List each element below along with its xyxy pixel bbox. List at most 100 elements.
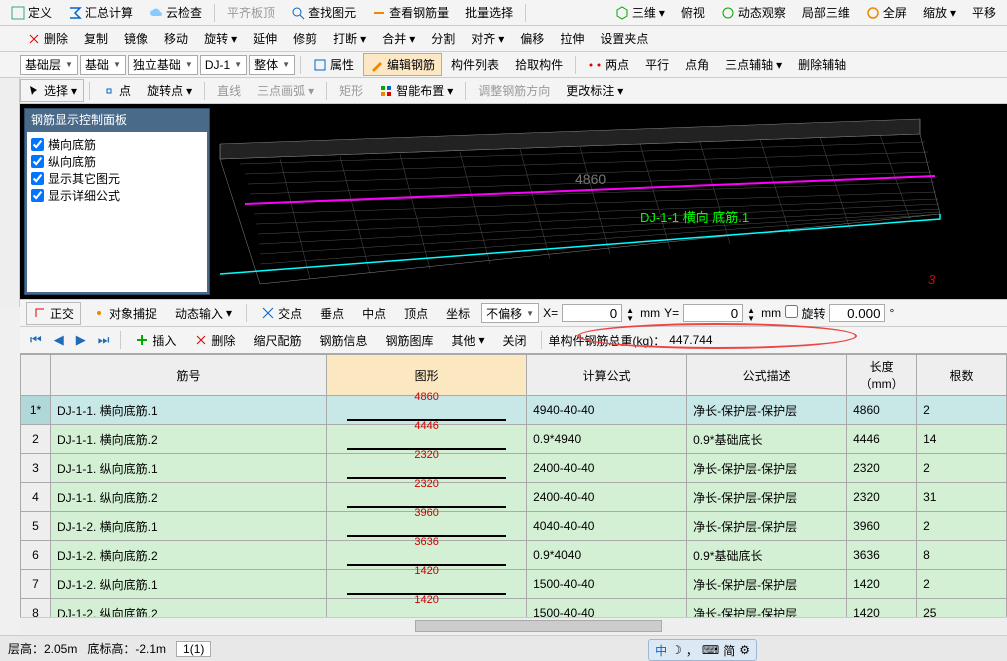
ime-jian[interactable]: 简 [723,642,735,659]
cell-formula[interactable]: 1500-40-40 [527,599,687,618]
dd-floor[interactable]: 基础层▼ [20,55,78,75]
table-row[interactable]: 2DJ-1-1. 横向底筋.244460.9*49400.9*基础底长44461… [21,425,1007,454]
btn-component-list[interactable]: 构件列表 [444,53,506,76]
cell-length[interactable]: 2320 [847,454,917,483]
row-number[interactable]: 8 [21,599,51,618]
col-shape[interactable]: 图形 [327,355,527,396]
cell-id[interactable]: DJ-1-2. 纵向底筋.1 [51,570,327,599]
cell-shape[interactable]: 1420 [327,599,527,618]
btn-cloud[interactable]: 云检查 [142,1,209,24]
btn-delete[interactable]: 删除 [20,27,75,50]
chk-rotate[interactable]: 旋转 [785,305,825,322]
cell-length[interactable]: 3636 [847,541,917,570]
btn-dyn-input[interactable]: 动态输入 ▾ [168,302,239,325]
btn-pan[interactable]: 平移 [965,1,1003,24]
btn-dyn-view[interactable]: 动态观察 [714,1,793,24]
btn-split[interactable]: 分割 [424,27,462,50]
btn-copy[interactable]: 复制 [77,27,115,50]
col-qty[interactable]: 根数 [917,355,1007,396]
btn-trim[interactable]: 修剪 [286,27,324,50]
cell-formula[interactable]: 2400-40-40 [527,454,687,483]
btn-two-point[interactable]: 两点 [581,53,636,76]
rebar-grid[interactable]: 筋号 图形 计算公式 公式描述 长度（mm） 根数 1*DJ-1-1. 横向底筋… [20,353,1007,617]
row-number[interactable]: 7 [21,570,51,599]
btn-set-grip[interactable]: 设置夹点 [593,27,655,50]
rebar-display-panel[interactable]: 钢筋显示控制面板 横向底筋 纵向底筋 显示其它图元 显示详细公式 [24,108,210,295]
btn-scale-rebar[interactable]: 缩尺配筋 [246,329,308,352]
nav-last[interactable]: ⏭ [94,332,114,348]
table-row[interactable]: 5DJ-1-2. 横向底筋.139604040-40-40净长-保护层-保护层3… [21,512,1007,541]
btn-snap[interactable]: 对象捕捉 [85,302,164,325]
cell-desc[interactable]: 净长-保护层-保护层 [687,454,847,483]
col-formula[interactable]: 计算公式 [527,355,687,396]
btn-batch-select[interactable]: 批量选择 [458,1,520,24]
btn-smart-layout[interactable]: 智能布置 ▾ [372,79,460,102]
cell-qty[interactable]: 2 [917,454,1007,483]
btn-close[interactable]: 关闭 [496,329,534,352]
cell-formula[interactable]: 2400-40-40 [527,483,687,512]
viewport-3d[interactable]: 4860 DJ-1-1 横向 底筋.1 1 3 钢筋显示控制面板 横向底筋 纵向… [20,104,1007,299]
table-row[interactable]: 6DJ-1-2. 横向底筋.236360.9*40400.9*基础底长36368 [21,541,1007,570]
btn-merge[interactable]: 合并 ▾ [375,27,422,50]
cell-length[interactable]: 4446 [847,425,917,454]
btn-mirror[interactable]: 镜像 [117,27,155,50]
btn-rebar-info[interactable]: 钢筋信息 [312,329,374,352]
btn-point[interactable]: 点 [95,79,138,102]
btn-find-elem[interactable]: 查找图元 [284,1,363,24]
cell-desc[interactable]: 净长-保护层-保护层 [687,483,847,512]
nav-prev[interactable]: ◀ [50,332,68,348]
table-row[interactable]: 7DJ-1-2. 纵向底筋.114201500-40-40净长-保护层-保护层1… [21,570,1007,599]
btn-perp[interactable]: 垂点 [313,302,351,325]
btn-flat-top[interactable]: 平齐板顶 [220,1,282,24]
chk-detail-formula[interactable]: 显示详细公式 [31,187,203,204]
cell-length[interactable]: 1420 [847,570,917,599]
table-row[interactable]: 8DJ-1-2. 纵向底筋.214201500-40-40净长-保护层-保护层1… [21,599,1007,618]
cell-desc[interactable]: 0.9*基础底长 [687,541,847,570]
col-rebar-id[interactable]: 筋号 [51,355,327,396]
cell-desc[interactable]: 0.9*基础底长 [687,425,847,454]
cell-formula[interactable]: 1500-40-40 [527,570,687,599]
cell-formula[interactable]: 4940-40-40 [527,396,687,425]
btn-zoom[interactable]: 缩放 ▾ [916,1,963,24]
nav-next[interactable]: ▶ [72,332,90,348]
cell-id[interactable]: DJ-1-1. 横向底筋.2 [51,425,327,454]
dd-offset-mode[interactable]: 不偏移▼ [481,303,539,323]
btn-line[interactable]: 直线 [210,79,248,102]
chk-v-bottom[interactable]: 纵向底筋 [31,153,203,170]
btn-props[interactable]: 属性 [306,53,361,76]
btn-other[interactable]: 其他 ▾ [444,329,491,352]
cell-formula[interactable]: 4040-40-40 [527,512,687,541]
col-length[interactable]: 长度（mm） [847,355,917,396]
btn-select[interactable]: 选择 ▾ [20,79,84,102]
dd-scope[interactable]: 整体▼ [249,55,295,75]
ime-zhong[interactable]: 中 [655,642,667,659]
nav-first[interactable]: ⏮ [26,332,46,348]
btn-del-aux[interactable]: 删除辅轴 [791,53,853,76]
btn-rotate[interactable]: 旋转 ▾ [197,27,244,50]
btn-define[interactable]: 定义 [4,1,59,24]
cell-desc[interactable]: 净长-保护层-保护层 [687,570,847,599]
cell-qty[interactable]: 25 [917,599,1007,618]
btn-rot-point[interactable]: 旋转点 ▾ [140,79,199,102]
btn-three-aux[interactable]: 三点辅轴 ▾ [718,53,789,76]
dd-component[interactable]: DJ-1▼ [200,55,247,75]
btn-edit-rebar[interactable]: 编辑钢筋 [363,53,442,76]
btn-stretch[interactable]: 拉伸 [553,27,591,50]
cell-length[interactable]: 3960 [847,512,917,541]
ime-moon-icon[interactable]: ☽ [671,643,682,657]
chk-other-elem[interactable]: 显示其它图元 [31,170,203,187]
btn-fullscreen[interactable]: 全屏 [859,1,914,24]
h-scrollbar[interactable] [20,617,1007,633]
ime-comma-icon[interactable]: ， [686,642,698,659]
btn-offset[interactable]: 偏移 [513,27,551,50]
row-number[interactable]: 6 [21,541,51,570]
cell-length[interactable]: 4860 [847,396,917,425]
cell-formula[interactable]: 0.9*4940 [527,425,687,454]
cell-id[interactable]: DJ-1-2. 横向底筋.2 [51,541,327,570]
chk-h-bottom[interactable]: 横向底筋 [31,136,203,153]
scroll-thumb[interactable] [415,620,662,632]
cell-id[interactable]: DJ-1-2. 横向底筋.1 [51,512,327,541]
ime-keyboard-icon[interactable]: ⌨ [702,643,719,657]
cell-id[interactable]: DJ-1-1. 纵向底筋.1 [51,454,327,483]
btn-align[interactable]: 对齐 ▾ [464,27,511,50]
